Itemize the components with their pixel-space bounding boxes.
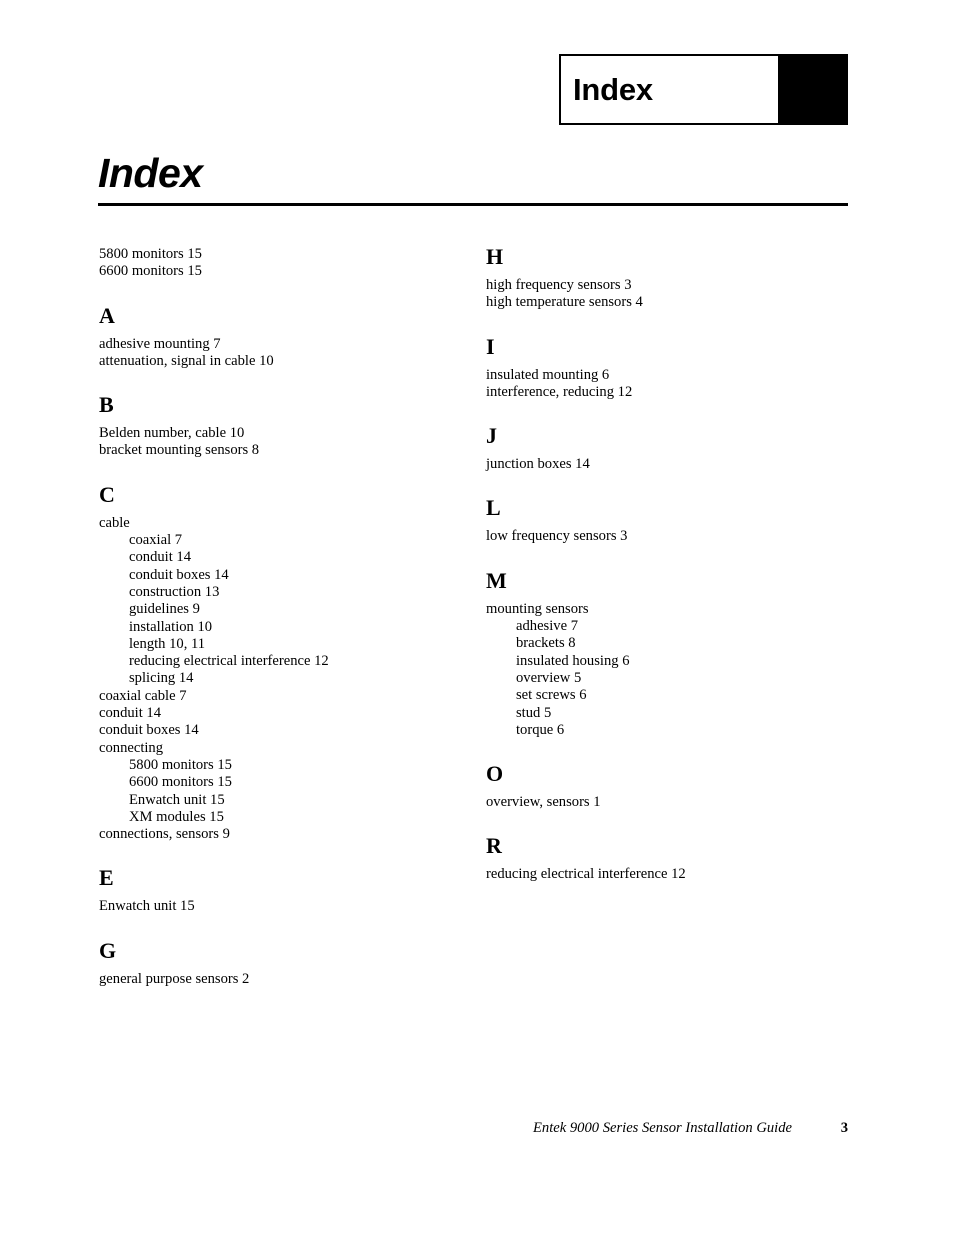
index-section-o: Ooverview, sensors 1 [486, 763, 846, 811]
section-letter: E [99, 865, 114, 891]
section-letter: G [99, 937, 117, 963]
index-subentry: torque 6 [516, 721, 565, 738]
index-section-e: E Enwatch unit 15 [99, 867, 459, 915]
index-entry: 5800 monitors 15 [99, 246, 202, 262]
index-entry: Belden number, cable 10 [99, 425, 245, 442]
index-section-m: Mmounting sensors adhesive 7 brackets 8 ins… [486, 567, 846, 739]
index-subentry: 6600 monitors 15 [129, 774, 232, 791]
index-subentry: adhesive 7 [516, 618, 579, 635]
index-subentry: Enwatch unit 15 [129, 791, 225, 808]
index-entry: coaxial cable 7 [99, 687, 187, 704]
index-section-i: Iinsulated mounting 6 interference, reduc… [486, 333, 846, 402]
index-subentry: conduit 14 [129, 549, 192, 566]
index-subentry: 5800 monitors 15 [129, 756, 232, 773]
index-section-j: Jjunction boxes 14 [486, 425, 846, 473]
index-entry: 6600 monitors 15 [99, 263, 202, 280]
index-subentry: coaxial 7 [129, 532, 183, 549]
index-entry: high temperature sensors 4 [486, 294, 643, 311]
index-subentry: installation 10 [129, 618, 213, 635]
index-entry: connecting [99, 739, 164, 756]
index-entry: general purpose sensors 2 [99, 970, 250, 987]
section-letter: R [486, 833, 502, 859]
index-subentry: construction 13 [129, 583, 220, 600]
index-entry: conduit boxes 14 [99, 722, 199, 739]
section-letter: B [99, 392, 114, 418]
index-entry: high frequency sensors 3 [486, 277, 632, 293]
index-section-b: B Belden number, cable 10 bracket mounting… [99, 394, 459, 460]
index-entry: cable [99, 514, 130, 531]
index-entry: junction boxes 14 [486, 456, 590, 473]
index-section-h: Hhigh frequency sensors 3 high temperatur… [486, 246, 846, 312]
index-section-numeric: 5800 monitors 15 6600 monitors 15 [99, 246, 459, 281]
section-letter: L [486, 495, 501, 521]
index-section-g: Ggeneral purpose sensors 2 [99, 937, 459, 988]
section-letter: O [486, 761, 504, 787]
index-subentry: brackets 8 [516, 635, 576, 652]
index-section-l: Llow frequency sensors 3 [486, 497, 846, 545]
left-column: 5800 monitors 15 6600 monitors 15 Aadhesiv… [99, 246, 459, 988]
running-header-label: Index [573, 72, 653, 107]
index-entry: conduit 14 [99, 705, 162, 722]
running-header-black-block [778, 56, 846, 123]
index-entry: adhesive mounting 7 [99, 335, 221, 352]
index-section-c: Ccable coaxial 7 conduit 14 conduit boxes 1… [99, 481, 459, 844]
index-subentry: guidelines 9 [129, 601, 200, 618]
page-title: Index [98, 150, 203, 196]
index-subentry: reducing electrical interference 12 [129, 653, 329, 670]
index-entry: overview, sensors 1 [486, 794, 601, 811]
index-subentry: conduit boxes 14 [129, 566, 229, 583]
section-letter: J [486, 423, 497, 449]
index-entry: attenuation, signal in cable 10 [99, 352, 274, 369]
index-subentry: splicing 14 [129, 670, 194, 687]
section-letter: I [486, 333, 495, 359]
index-subentry: stud 5 [516, 704, 552, 721]
index-entry: mounting sensors [486, 600, 589, 617]
index-page: Index Index 5800 monitors 15 6600 monitor… [0, 0, 954, 1235]
page-footer: Entek 9000 Series Sensor Installation Gu… [98, 1117, 848, 1139]
index-entry: low frequency sensors 3 [486, 528, 628, 545]
section-letter: A [99, 302, 115, 328]
footer-document-title: Entek 9000 Series Sensor Installation Gu… [532, 1120, 792, 1136]
index-section-r: Rreducing electrical interference 12 [486, 835, 846, 883]
section-letter: H [486, 244, 504, 269]
index-entry: connections, sensors 9 [99, 826, 230, 843]
right-column: Hhigh frequency sensors 3 high temperatur… [486, 246, 846, 884]
section-letter: C [99, 481, 115, 507]
title-divider [98, 203, 848, 206]
index-subentry: set screws 6 [516, 687, 587, 704]
index-entry: insulated mounting 6 [486, 366, 610, 383]
index-subentry: insulated housing 6 [516, 652, 630, 669]
index-entry: Enwatch unit 15 [99, 898, 195, 915]
running-header: Index [559, 54, 848, 125]
index-subentry: overview 5 [516, 669, 582, 686]
index-entry: bracket mounting sensors 8 [99, 442, 260, 459]
index-subentry: XM modules 15 [129, 808, 224, 825]
section-letter: M [486, 567, 507, 593]
index-section-a: Aadhesive mounting 7 attenuation, signal … [99, 302, 459, 371]
index-subentry: length 10, 11 [129, 635, 206, 652]
index-entry: reducing electrical interference 12 [486, 866, 686, 883]
index-entry: interference, reducing 12 [486, 383, 633, 400]
footer-page-number: 3 [840, 1120, 848, 1136]
